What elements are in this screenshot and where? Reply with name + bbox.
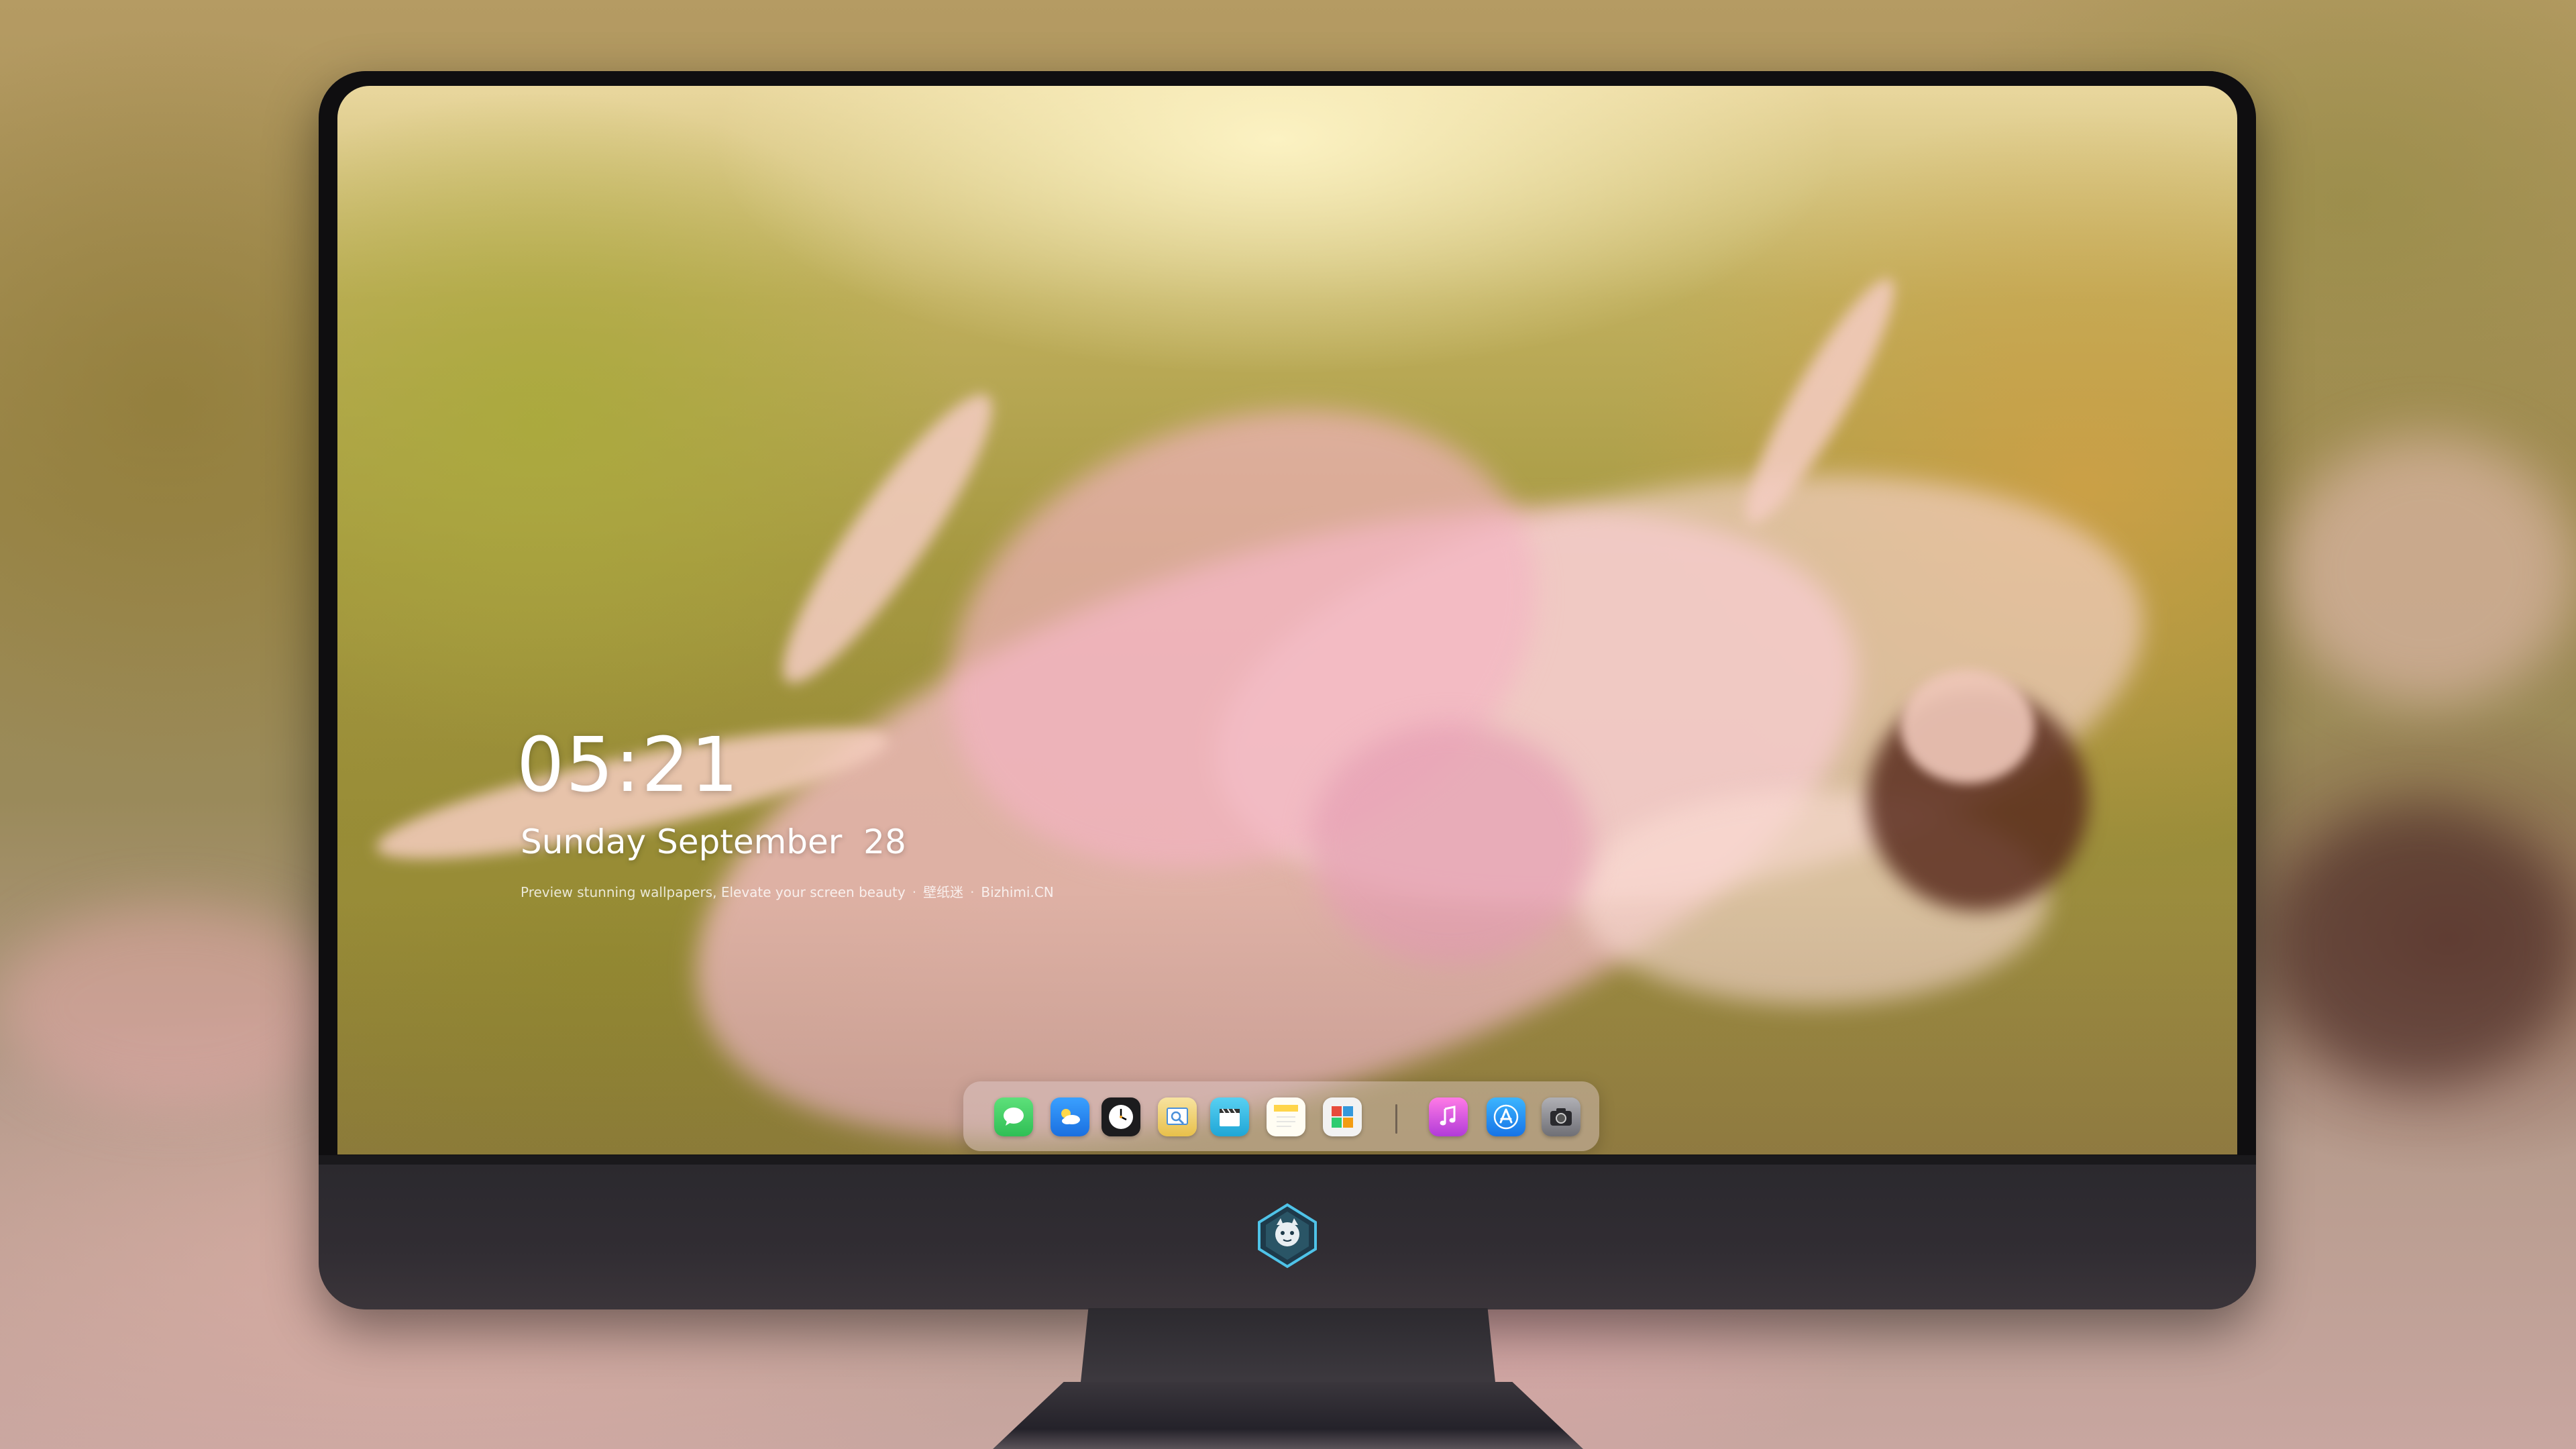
desktop-screen bbox=[337, 86, 2237, 1155]
messages-icon[interactable] bbox=[994, 1097, 1033, 1136]
preview-icon[interactable] bbox=[1158, 1097, 1197, 1136]
app-store-icon[interactable] bbox=[1487, 1097, 1525, 1136]
monitor-stand-neck bbox=[1080, 1308, 1496, 1389]
weather-icon[interactable] bbox=[1051, 1097, 1089, 1136]
tagline-brand-cn: 壁纸迷 bbox=[923, 884, 964, 900]
wallpaper-tagline: Preview stunning wallpapers, Elevate you… bbox=[521, 884, 1054, 900]
camera-icon[interactable] bbox=[1542, 1097, 1580, 1136]
tagline-text: Preview stunning wallpapers, Elevate you… bbox=[521, 884, 906, 900]
photo-booth-icon[interactable] bbox=[1323, 1097, 1362, 1136]
monitor-stand-base bbox=[993, 1382, 1583, 1449]
background-blurred-wallpaper: 05:21 Sunday September 28 Preview stunni… bbox=[0, 0, 2576, 1449]
lock-screen-clock: 05:21 bbox=[517, 722, 740, 809]
tagline-site[interactable]: Bizhimi.CN bbox=[981, 884, 1053, 900]
dock-divider bbox=[1395, 1104, 1397, 1134]
clips-icon[interactable] bbox=[1210, 1097, 1249, 1136]
brand-logo-icon bbox=[1254, 1202, 1321, 1269]
clock-icon[interactable] bbox=[1102, 1097, 1140, 1136]
lock-screen-date: Sunday September 28 bbox=[521, 822, 906, 861]
music-icon[interactable] bbox=[1429, 1097, 1468, 1136]
notes-icon[interactable] bbox=[1267, 1097, 1305, 1136]
